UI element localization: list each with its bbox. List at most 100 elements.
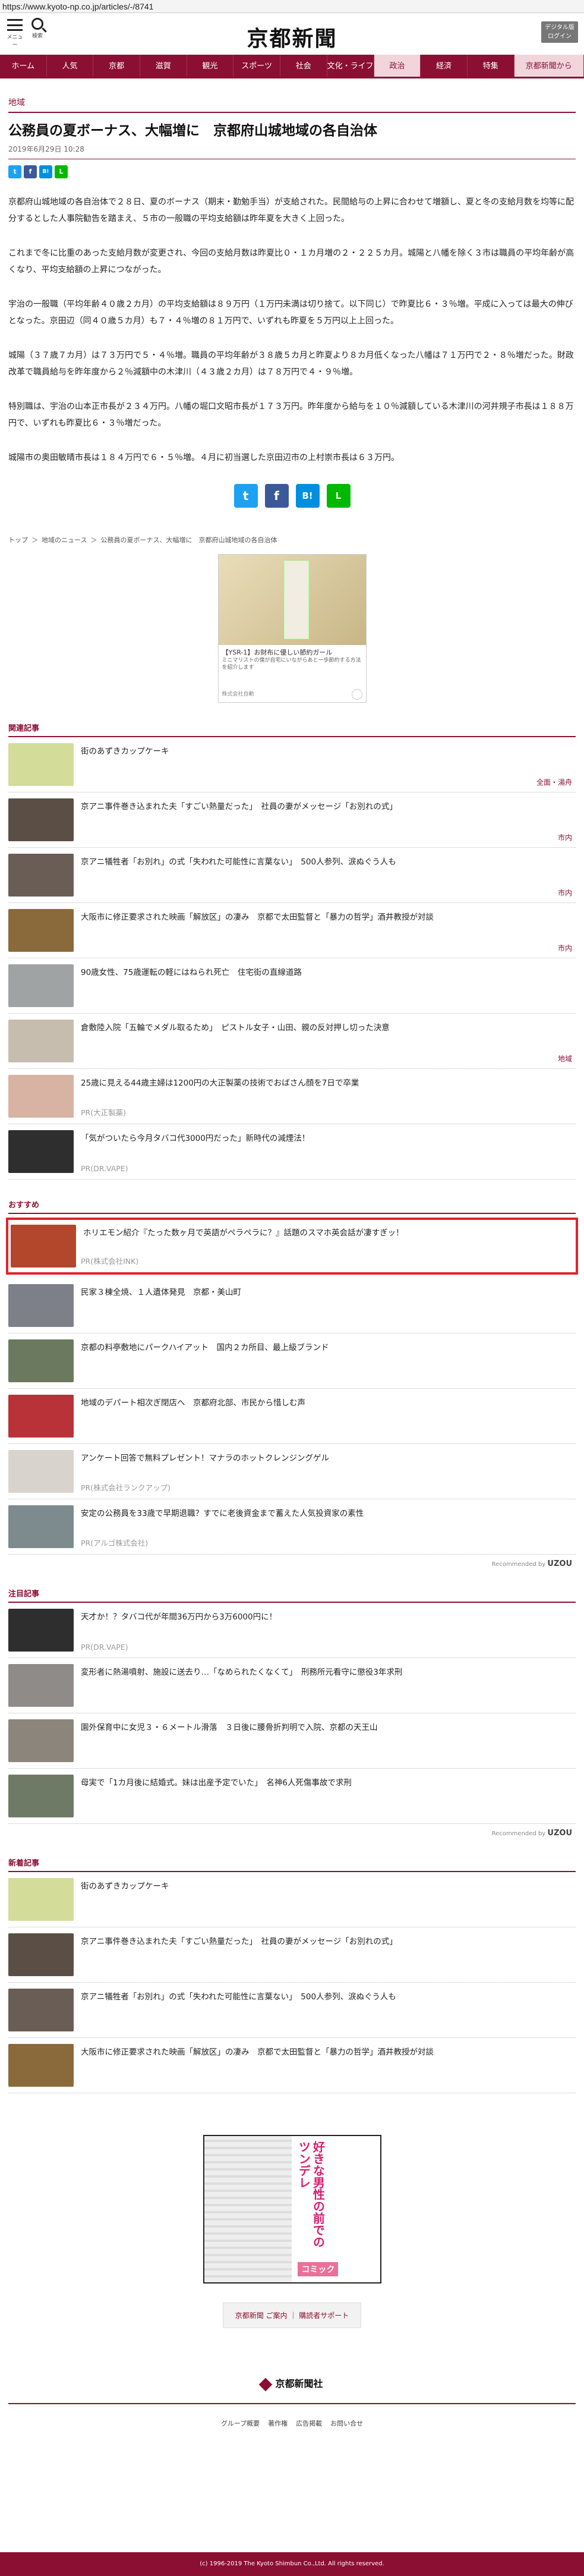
nav-item[interactable]: 滋賀: [140, 55, 187, 77]
facebook-share-icon[interactable]: f: [24, 165, 37, 178]
thumbnail-image: [8, 2044, 74, 2087]
list-item[interactable]: 安定の公務員を33歳で早期退職？すでに老後資金まで蓄えた人気投資家の素性 PR(ア…: [8, 1499, 576, 1555]
footer-logo[interactable]: 京都新聞社: [0, 2376, 584, 2391]
global-nav: ホーム 人気 京都 滋賀 観光 スポーツ 社会 文化・ライフ 政治 経済 特集 京都新聞から: [0, 55, 584, 78]
comic-banner-ad[interactable]: 好きな男性の前でのツンデレ コミック: [203, 2135, 381, 2284]
sponsor-label: PR(DR.VAPE): [81, 1164, 128, 1173]
item-category-tag[interactable]: 地域: [558, 1053, 572, 1064]
list-item[interactable]: 京都の料亭敷地にパークハイアット 国内２カ所目、最上級ブランド: [8, 1333, 576, 1389]
list-item[interactable]: 民家３棟全焼、１人遺体発見 京都・美山町: [8, 1278, 576, 1333]
nav-item[interactable]: 京都新聞から: [514, 55, 584, 77]
twitter-share-icon[interactable]: t: [8, 165, 21, 178]
section-heading: 注目記事: [8, 1587, 576, 1603]
comic-cta: コミック: [298, 2262, 339, 2276]
list-item[interactable]: 倉敷陸入院「五輪でメダル取るため」 ピストル女子・山田、親の反対押し切った決意地…: [8, 1014, 576, 1069]
nav-item[interactable]: 観光: [187, 55, 234, 77]
breadcrumb-home[interactable]: トップ: [8, 535, 28, 545]
nav-item[interactable]: 政治: [374, 55, 421, 77]
thumbnail-image: [8, 798, 74, 841]
thumbnail-image: [8, 1284, 74, 1327]
breadcrumb-section[interactable]: 地域のニュース: [42, 535, 87, 545]
nav-item[interactable]: 特集: [468, 55, 514, 77]
nav-item[interactable]: 人気: [47, 55, 94, 77]
twitter-share-icon[interactable]: t: [233, 484, 258, 508]
list-item[interactable]: 90歳女性、75歳運転の軽にはねられ死亡 住宅街の直線道路: [8, 958, 576, 1014]
item-category-tag[interactable]: 市内: [558, 943, 572, 953]
list-item[interactable]: 母実で「1カ月後に結婚式。妹は出産予定でいた」 名神6人死傷事故で求刑: [8, 1769, 576, 1824]
line-share-icon[interactable]: L: [326, 484, 351, 508]
list-item[interactable]: 京アニ犠牲者「お別れ」の式「失われた可能性に言葉ない」 500人参列、涙ぬぐう人…: [8, 848, 576, 903]
list-item[interactable]: 京アニ事件巻き込まれた夫「すごい熱量だった」 社員の妻がメッセージ「お別れの式」…: [8, 792, 576, 848]
footer-link[interactable]: 著作権: [268, 2418, 288, 2428]
sponsor-label: PR(DR.VAPE): [81, 1643, 128, 1652]
item-headline[interactable]: 京アニ犠牲者「お別れ」の式「失われた可能性に言葉ない」 500人参列、涙ぬぐう人…: [81, 1989, 396, 2031]
list-item[interactable]: 街のあずきカップケーキ: [8, 1872, 576, 1927]
main-content: 地域 公務員の夏ボーナス、大幅増に 京都府山城地域の各自治体 2019年6月29…: [0, 96, 584, 2328]
nav-item[interactable]: 社会: [280, 55, 327, 77]
breadcrumb-separator: ＞: [90, 536, 97, 544]
item-headline[interactable]: 大阪市に修正要求された映画「解放区」の凄み 京都で太田監督と「暴力の哲学」酒井教…: [81, 2044, 434, 2087]
item-headline[interactable]: 京都の料亭敷地にパークハイアット 国内２カ所目、最上級ブランド: [81, 1339, 329, 1382]
line-share-icon[interactable]: L: [55, 165, 68, 178]
logo-mark-icon: [259, 2377, 273, 2391]
list-item[interactable]: 天才か！？タバコ代が年間36万円から3万6000円に！ PR(DR.VAPE): [8, 1603, 576, 1658]
footer-link[interactable]: グループ概要: [221, 2418, 260, 2428]
list-item[interactable]: 大阪市に修正要求された映画「解放区」の凄み 京都で太田監督と「暴力の哲学」酒井教…: [8, 903, 576, 958]
list-item[interactable]: 大阪市に修正要求された映画「解放区」の凄み 京都で太田監督と「暴力の哲学」酒井教…: [8, 2038, 576, 2093]
item-category-tag[interactable]: 市内: [558, 832, 572, 842]
uzou-logo[interactable]: UZOU: [547, 1559, 572, 1568]
item-headline[interactable]: 変形者に熱湯噴射、施設に送去り…「なめられたくなくて」 刑務所元看守に懲役3年求…: [81, 1664, 402, 1707]
digital-login-button[interactable]: デジタル版 ログイン: [541, 21, 578, 43]
facebook-share-icon[interactable]: f: [264, 484, 289, 508]
uzou-logo[interactable]: UZOU: [547, 1829, 572, 1838]
ad-image: [218, 555, 366, 645]
display-ad[interactable]: 【YSR-1】お財布に優しい節約ガール ミニマリストの僕が自宅にいながらあと一歩…: [217, 554, 367, 703]
item-headline[interactable]: 地域のデパート相次ぎ閉店へ 京都府北部、市民から惜しむ声: [81, 1395, 305, 1438]
support-link[interactable]: 購読者サポート: [299, 2311, 349, 2320]
item-headline[interactable]: 園外保育中に女児３・６メートル滑落 ３日後に腰骨折判明で入院、京都の天王山: [81, 1719, 378, 1762]
list-item[interactable]: 京アニ事件巻き込まれた夫「すごい熱量だった」 社員の妻がメッセージ「お別れの式」: [8, 1927, 576, 1983]
nav-item[interactable]: 京都: [93, 55, 140, 77]
nav-item[interactable]: 経済: [421, 55, 468, 77]
item-headline[interactable]: 民家３棟全焼、１人遺体発見 京都・美山町: [81, 1284, 241, 1327]
item-headline[interactable]: 街のあずきカップケーキ: [81, 743, 169, 786]
hatena-share-icon[interactable]: B!: [295, 484, 320, 508]
item-category-tag[interactable]: 市内: [558, 888, 572, 898]
ad-arrow-icon[interactable]: [351, 689, 362, 700]
list-item[interactable]: 地域のデパート相次ぎ閉店へ 京都府北部、市民から惜しむ声: [8, 1389, 576, 1444]
thumbnail-image: [8, 1020, 74, 1062]
footer-link[interactable]: お問い合せ: [330, 2418, 363, 2428]
list-item[interactable]: 「気がついたら今月タバコ代3000円だった」新時代の減煙法！ PR(DR.VAPE…: [8, 1124, 576, 1180]
section-heading: おすすめ: [8, 1199, 576, 1214]
item-headline[interactable]: 倉敷陸入院「五輪でメダル取るため」 ピストル女子・山田、親の反対押し切った決意: [81, 1020, 390, 1062]
thumbnail-image: [8, 1664, 74, 1707]
list-item[interactable]: ホリエモン紹介『たった数ヶ月で英語がペラペラに？』話題のスマホ英会話が凄すぎッ！…: [6, 1218, 578, 1275]
comic-text-panel: 好きな男性の前でのツンデレ コミック: [292, 2136, 380, 2282]
list-item[interactable]: 園外保育中に女児３・６メートル滑落 ３日後に腰骨折判明で入院、京都の天王山: [8, 1713, 576, 1769]
item-headline[interactable]: 京アニ事件巻き込まれた夫「すごい熱量だった」 社員の妻がメッセージ「お別れの式」: [81, 798, 397, 841]
nav-item[interactable]: スポーツ: [233, 55, 280, 77]
list-item[interactable]: アンケート回答で無料プレゼント！マナラのホットクレンジングゲル PR(株式会社ラン…: [8, 1444, 576, 1499]
guide-link[interactable]: 京都新聞 ご案内: [235, 2311, 288, 2320]
footer-link[interactable]: 広告掲載: [296, 2418, 322, 2428]
nav-item[interactable]: 文化・ライフ: [327, 55, 374, 77]
ad-source: 株式会社自動: [222, 691, 254, 697]
list-item[interactable]: 京アニ犠牲者「お別れ」の式「失われた可能性に言葉ない」 500人参列、涙ぬぐう人…: [8, 1983, 576, 2038]
list-item[interactable]: 25歳に見える44歳主婦は1200円の大正製薬の技術でおばさん顔を7日で卒業 PR…: [8, 1069, 576, 1124]
thumbnail-image: [8, 854, 74, 897]
list-item[interactable]: 変形者に熱湯噴射、施設に送去り…「なめられたくなくて」 刑務所元看守に懲役3年求…: [8, 1658, 576, 1713]
list-item[interactable]: 街のあずきカップケーキ全面・湯舟: [8, 737, 576, 792]
item-category-tag[interactable]: 全面・湯舟: [536, 777, 572, 787]
item-headline[interactable]: 大阪市に修正要求された映画「解放区」の凄み 京都で太田監督と「暴力の哲学」酒井教…: [81, 909, 434, 952]
thumbnail-image: [8, 1775, 74, 1817]
nav-item[interactable]: ホーム: [0, 55, 47, 77]
item-headline[interactable]: 90歳女性、75歳運転の軽にはねられ死亡 住宅街の直線道路: [81, 964, 302, 1007]
address-bar[interactable]: https://www.kyoto-np.co.jp/articles/-/87…: [0, 0, 584, 13]
item-headline[interactable]: 京アニ犠牲者「お別れ」の式「失われた可能性に言葉ない」 500人参列、涙ぬぐう人…: [81, 854, 396, 897]
attention-section: 注目記事 天才か！？タバコ代が年間36万円から3万6000円に！ PR(DR.VA…: [8, 1587, 576, 1838]
site-logo[interactable]: 京都新聞: [0, 21, 584, 52]
item-headline[interactable]: 京アニ事件巻き込まれた夫「すごい熱量だった」 社員の妻がメッセージ「お別れの式」: [81, 1933, 397, 1976]
item-headline[interactable]: 母実で「1カ月後に結婚式。妹は出産予定でいた」 名神6人死傷事故で求刑: [81, 1775, 352, 1817]
item-headline[interactable]: 街のあずきカップケーキ: [81, 1878, 169, 1921]
hatena-share-icon[interactable]: B!: [39, 165, 52, 178]
